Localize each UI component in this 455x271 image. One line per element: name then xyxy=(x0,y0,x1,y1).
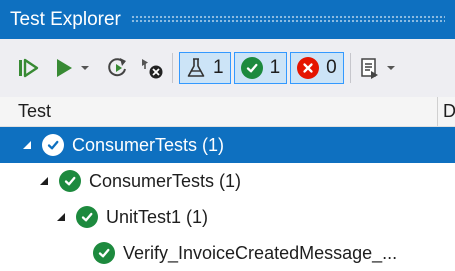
playlist-button[interactable] xyxy=(357,53,383,83)
title-bar: Test Explorer xyxy=(0,0,455,39)
run-button[interactable] xyxy=(52,53,76,83)
passed-count: 1 xyxy=(269,57,281,78)
tree-row-test-method[interactable]: Verify_InvoiceCreatedMessage_... xyxy=(0,235,455,271)
column-duration[interactable]: D xyxy=(438,101,455,122)
title-bar-grip[interactable] xyxy=(130,15,445,24)
repeat-last-run-button[interactable] xyxy=(104,53,132,83)
run-all-icon xyxy=(19,58,39,78)
playlist-icon xyxy=(360,58,378,79)
tree-item-label: ConsumerTests (1) xyxy=(89,170,242,191)
tree-row-unittest1-class[interactable]: UnitTest1 (1) xyxy=(0,199,455,235)
failed-tests-filter[interactable]: 0 xyxy=(290,52,344,84)
tree-item-label: ConsumerTests (1) xyxy=(72,134,225,155)
run-dropdown-button[interactable] xyxy=(76,53,94,83)
expand-triangle-icon[interactable] xyxy=(20,138,34,152)
run-all-button[interactable] xyxy=(14,53,42,83)
passed-tests-filter[interactable]: 1 xyxy=(233,52,288,84)
tree-row-consumertests-project[interactable]: ConsumerTests (1) xyxy=(0,127,455,163)
run-icon xyxy=(57,59,72,77)
passed-icon xyxy=(76,206,98,228)
chevron-down-icon xyxy=(81,66,89,70)
total-count: 1 xyxy=(213,57,224,78)
tree-item-label: UnitTest1 (1) xyxy=(106,206,209,227)
total-tests-filter[interactable]: 1 xyxy=(179,52,231,84)
failed-icon xyxy=(297,57,320,79)
passed-icon xyxy=(42,134,64,156)
failed-count: 0 xyxy=(326,57,337,78)
cancel-run-button[interactable] xyxy=(138,53,166,83)
toolbar-separator xyxy=(172,53,173,83)
repeat-last-run-icon xyxy=(108,58,126,77)
column-header: Test D xyxy=(0,97,455,127)
toolbar: 1 1 0 xyxy=(0,39,455,97)
expand-triangle-icon[interactable] xyxy=(54,210,68,224)
passed-icon xyxy=(59,170,81,192)
test-tree: ConsumerTests (1) ConsumerTests (1) Unit… xyxy=(0,127,455,271)
playlist-dropdown-button[interactable] xyxy=(383,53,399,83)
flask-icon xyxy=(187,58,205,77)
expand-triangle-icon[interactable] xyxy=(37,174,51,188)
tree-item-label: Verify_InvoiceCreatedMessage_... xyxy=(123,242,398,263)
passed-icon xyxy=(240,57,263,79)
tree-row-consumertests-namespace[interactable]: ConsumerTests (1) xyxy=(0,163,455,199)
toolbar-separator xyxy=(349,53,351,83)
window-title: Test Explorer xyxy=(10,8,121,30)
passed-icon xyxy=(93,242,115,264)
chevron-down-icon xyxy=(386,66,395,70)
cancel-run-icon xyxy=(142,59,163,79)
column-test[interactable]: Test xyxy=(0,101,437,122)
